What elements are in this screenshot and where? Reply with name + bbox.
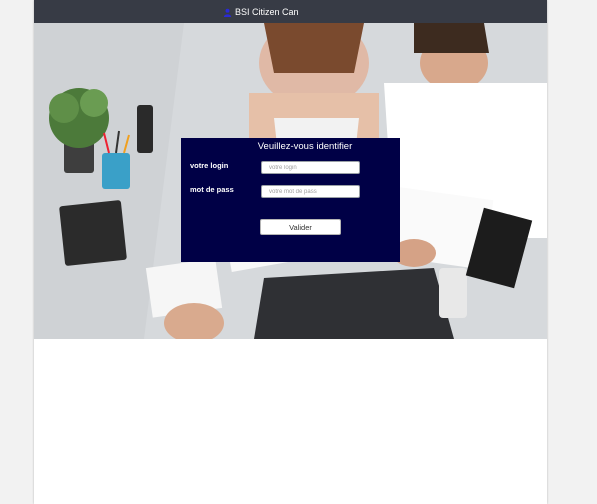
brand-name: BSI Citizen Can	[235, 7, 299, 17]
password-label: mot de pass	[190, 185, 234, 194]
login-label: votre login	[190, 161, 229, 170]
password-input[interactable]	[261, 185, 360, 198]
page-container: BSI Citizen Can Veuillez-vous identifier…	[34, 0, 547, 504]
brand-link[interactable]: BSI Citizen Can	[223, 6, 299, 18]
login-title: Veuillez-vous identifier	[257, 141, 353, 152]
submit-button[interactable]: Valider	[260, 219, 341, 235]
top-navbar: BSI Citizen Can	[34, 0, 547, 23]
login-input[interactable]	[261, 161, 360, 174]
person-icon	[223, 8, 232, 17]
login-form: Veuillez-vous identifier votre login mot…	[181, 138, 400, 262]
